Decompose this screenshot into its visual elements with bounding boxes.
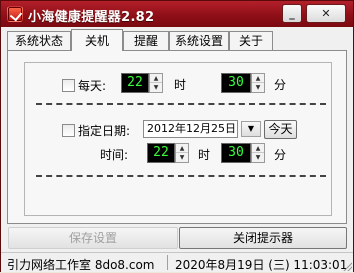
app-window: 小海健康提醒器2.82 _ ✕ 系统状态 关机 提醒 系统设置 关于 每天: 2… [0,0,354,272]
specific-date-label: 指定日期: [78,124,131,138]
status-studio-text: 引力网络工作室 8do8.com [7,258,155,272]
tab-reminder[interactable]: 提醒 [123,31,169,51]
divider [36,103,326,105]
title-bar[interactable]: 小海健康提醒器2.82 _ ✕ [1,1,353,27]
spin-down-icon[interactable]: ▼ [176,153,188,162]
close-icon: ✕ [321,7,331,20]
status-divider [167,255,168,270]
daily-minute-unit: 分 [274,78,287,92]
spin-up-icon[interactable]: ▲ [176,144,188,153]
specific-minute-field[interactable]: 30 [221,143,251,163]
specific-hour-unit: 时 [198,148,211,162]
minimize-button[interactable]: _ [282,4,302,23]
spin-up-icon[interactable]: ▲ [150,74,162,83]
tab-about[interactable]: 关于 [229,31,273,51]
daily-hour-spinner[interactable]: ▲ ▼ [149,73,163,93]
specific-minute-unit: 分 [274,148,287,162]
close-button[interactable]: ✕ [306,4,346,23]
time-label: 时间: [100,148,129,162]
status-datetime: 2020年8月19日 (三) 11:03:01 [175,258,348,272]
daily-hour-field[interactable]: 22 [121,73,149,93]
specific-minute-spinner[interactable]: ▲ ▼ [251,143,265,163]
resize-grip-icon[interactable] [341,260,352,271]
date-picker[interactable]: 2012年12月25日 [143,120,238,138]
spin-up-icon[interactable]: ▲ [252,144,264,153]
tab-shutdown[interactable]: 关机 [71,29,123,51]
spin-down-icon[interactable]: ▼ [150,83,162,92]
date-value: 2012年12月25日 [147,122,236,135]
tab-panel-shutdown: 每天: 22 ▲ ▼ 时 30 ▲ ▼ 分 指定日期: 2012年12月25日 … [7,50,347,224]
daily-hour-unit: 时 [174,78,187,92]
daily-minute-spinner[interactable]: ▲ ▼ [251,73,265,93]
minimize-icon: _ [289,7,295,20]
status-bar: 引力网络工作室 8do8.com 2020年8月19日 (三) 11:03:01 [1,252,353,272]
daily-checkbox[interactable] [62,79,75,92]
window-title: 小海健康提醒器2.82 [28,10,155,25]
spin-up-icon[interactable]: ▲ [252,74,264,83]
daily-label: 每天: [78,79,107,93]
specific-date-checkbox[interactable] [62,124,75,137]
daily-minute-field[interactable]: 30 [221,73,251,93]
app-icon [7,6,23,22]
divider [36,175,326,177]
tab-system-status[interactable]: 系统状态 [7,31,71,51]
save-settings-button[interactable]: 保存设置 [8,227,178,249]
chevron-down-icon[interactable]: ▼ [241,121,261,137]
spin-down-icon[interactable]: ▼ [252,83,264,92]
close-reminder-button[interactable]: 关闭提示器 [179,227,347,249]
specific-hour-spinner[interactable]: ▲ ▼ [175,143,189,163]
tab-settings[interactable]: 系统设置 [169,31,229,51]
today-button[interactable]: 今天 [264,120,297,139]
spin-down-icon[interactable]: ▼ [252,153,264,162]
specific-hour-field[interactable]: 22 [147,143,175,163]
